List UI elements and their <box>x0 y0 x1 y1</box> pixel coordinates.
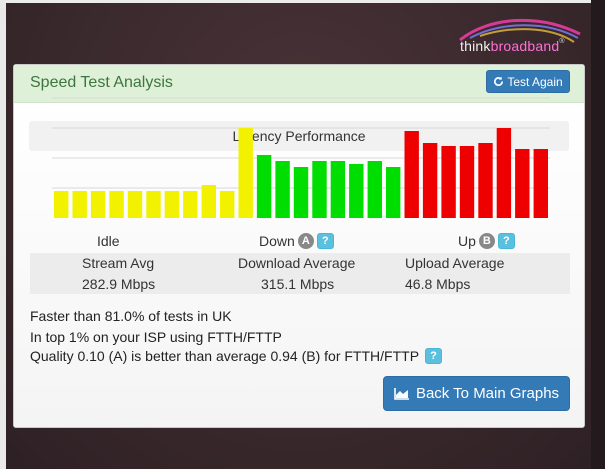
category-idle: Idle <box>97 233 120 249</box>
stream-avg-label: Stream Avg <box>82 255 155 271</box>
info-line-faster: Faster than 81.0% of tests in UK <box>30 308 232 324</box>
badge-b-icon: B <box>478 233 495 249</box>
latency-bar-idle <box>164 191 180 218</box>
latency-bar-up <box>515 149 530 218</box>
latency-bar-up <box>459 146 475 218</box>
category-down-label: Down <box>259 233 295 249</box>
latency-bar-up <box>441 146 456 218</box>
latency-chart <box>52 97 550 218</box>
up-help-icon[interactable]: ? <box>497 233 515 249</box>
window-top-edge <box>0 0 605 3</box>
latency-bar-up <box>496 128 512 218</box>
latency-bar-up <box>478 143 493 218</box>
latency-bar-idle <box>201 185 216 218</box>
window-left-edge <box>0 0 6 469</box>
badge-a-icon: A <box>297 233 314 249</box>
category-down: Down A ? <box>259 233 334 249</box>
latency-bar-down <box>330 161 346 218</box>
area-chart-icon <box>394 388 409 400</box>
refresh-icon <box>494 76 504 87</box>
download-avg-label: Download Average <box>238 255 356 271</box>
latency-bar-idle <box>109 191 124 218</box>
thinkbroadband-logo: thinkbroadband® <box>450 16 590 60</box>
back-to-main-graphs-button[interactable]: Back To Main Graphs <box>383 376 570 411</box>
info-line-quality: Quality 0.10 (A) is better than average … <box>30 348 443 364</box>
latency-bar-down <box>293 167 309 218</box>
latency-bar-idle <box>127 191 143 218</box>
latency-bar-up <box>533 149 548 218</box>
latency-bar-down <box>367 161 382 218</box>
category-up: Up B ? <box>458 233 515 249</box>
latency-bar-idle-peak <box>238 128 253 218</box>
logo-text: thinkbroadband® <box>460 38 565 54</box>
stream-avg-value: 282.9 Mbps <box>82 276 156 292</box>
down-help-icon[interactable]: ? <box>316 233 334 249</box>
latency-bar-down <box>386 167 401 218</box>
latency-bar-down <box>256 155 272 218</box>
latency-bar-idle <box>220 191 235 218</box>
info-line-isp: In top 1% on your ISP using FTTH/FTTP <box>30 329 282 345</box>
latency-bar-idle <box>54 191 69 218</box>
latency-bar-idle <box>72 191 87 218</box>
latency-bar-up <box>404 131 419 218</box>
upload-avg-label: Upload Average <box>405 255 505 271</box>
latency-bar-idle <box>90 191 106 218</box>
latency-bar-down <box>349 164 364 218</box>
latency-bar-down <box>312 161 327 218</box>
download-avg-value: 315.1 Mbps <box>261 276 335 292</box>
test-again-label: Test Again <box>507 74 563 89</box>
category-up-label: Up <box>458 233 476 249</box>
info-quality-text: Quality 0.10 (A) is better than average … <box>30 348 420 364</box>
back-button-label: Back To Main Graphs <box>415 385 560 402</box>
quality-help-icon[interactable]: ? <box>425 348 443 364</box>
latency-bar-down <box>275 161 290 218</box>
latency-bar-idle <box>146 191 161 218</box>
latency-bar-idle <box>183 191 198 218</box>
upload-avg-value: 46.8 Mbps <box>405 276 471 292</box>
latency-bar-up <box>422 143 438 218</box>
window-right-edge <box>591 0 605 469</box>
category-idle-label: Idle <box>97 233 120 249</box>
stats-table: Stream Avg 282.9 Mbps Download Average 3… <box>30 253 570 294</box>
